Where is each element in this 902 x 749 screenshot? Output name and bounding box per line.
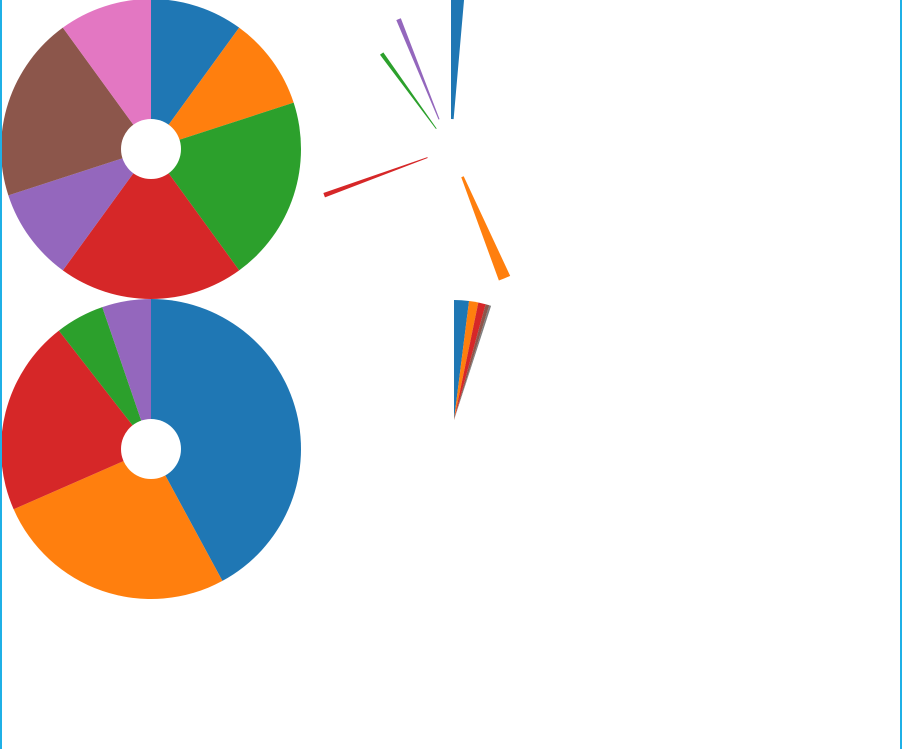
exploded-wedge-1: [451, 0, 465, 120]
chart-frame: [0, 0, 902, 749]
donut-1-hole: [121, 119, 181, 179]
exploded-wedge-2: [461, 176, 511, 281]
chart-canvas: [2, 0, 511, 599]
donut-2-hole: [121, 419, 181, 479]
exploded-wedge-3: [323, 157, 428, 198]
